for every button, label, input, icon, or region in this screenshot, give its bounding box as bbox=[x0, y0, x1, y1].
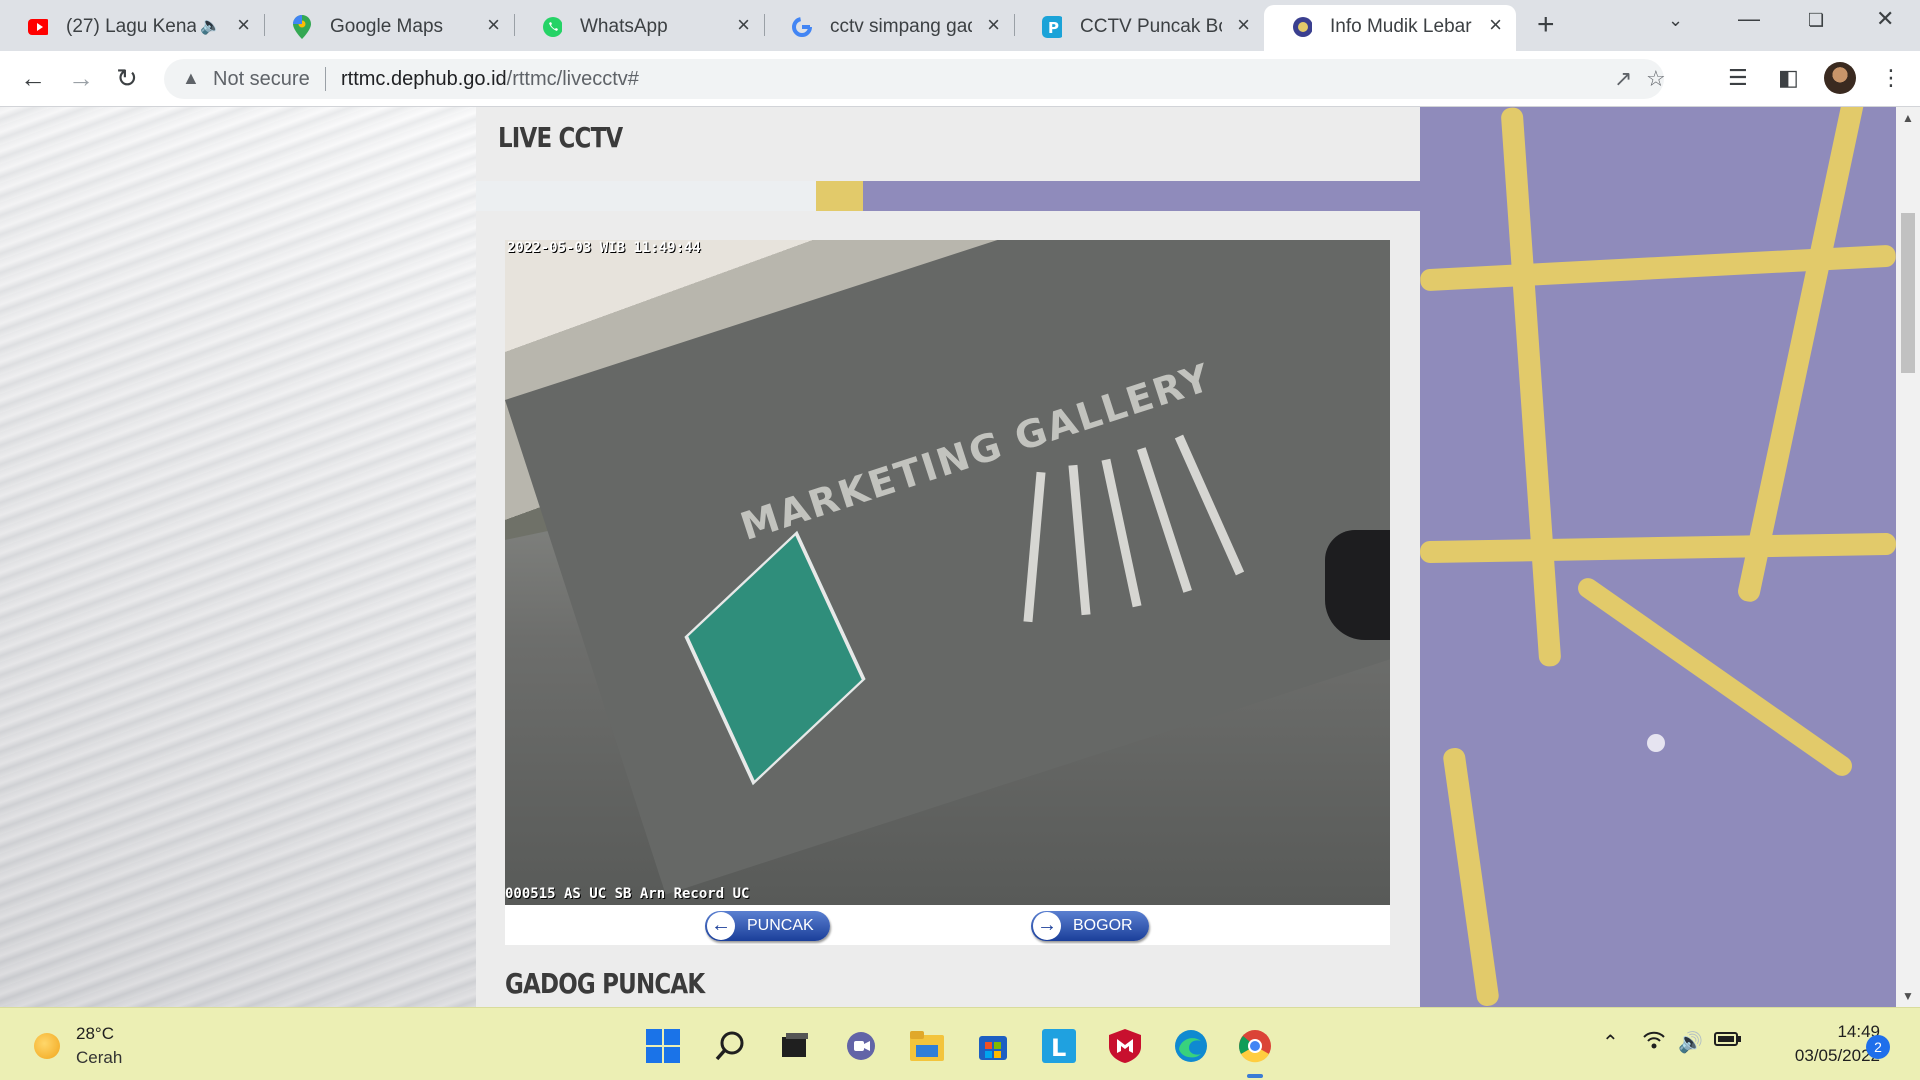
mcafee-icon[interactable] bbox=[1106, 1027, 1144, 1065]
back-icon[interactable]: ← bbox=[20, 63, 46, 93]
background-decoration bbox=[0, 107, 476, 1007]
chrome-icon[interactable] bbox=[1236, 1027, 1274, 1065]
google-maps-icon bbox=[292, 15, 312, 39]
restore-icon[interactable]: ❏ bbox=[1808, 10, 1824, 31]
google-icon bbox=[792, 17, 812, 37]
forward-icon[interactable]: → bbox=[68, 63, 94, 93]
task-view-icon[interactable] bbox=[776, 1027, 814, 1065]
l-app-icon[interactable]: L bbox=[1040, 1027, 1078, 1065]
scroll-up-icon[interactable]: ▲ bbox=[1902, 111, 1914, 125]
banner-strip bbox=[476, 181, 1420, 211]
active-app-indicator bbox=[1247, 1074, 1263, 1078]
menu-kebab-icon[interactable]: ⋮ bbox=[1880, 65, 1902, 91]
microsoft-store-icon[interactable] bbox=[974, 1027, 1012, 1065]
search-icon[interactable] bbox=[711, 1027, 749, 1065]
camera-id-overlay: 000515 AS UC SB Arn Record UC bbox=[505, 886, 750, 902]
battery-icon[interactable] bbox=[1714, 1030, 1742, 1053]
car bbox=[1325, 530, 1390, 640]
edge-icon[interactable] bbox=[1172, 1027, 1210, 1065]
next-camera-button[interactable]: → BOGOR bbox=[1031, 911, 1149, 941]
tab-title: (27) Lagu Kenan bbox=[66, 16, 196, 37]
page-title: LIVE CCTV bbox=[498, 121, 623, 154]
share-icon[interactable]: ↗ bbox=[1614, 66, 1632, 92]
address-bar[interactable]: ▲ Not secure rttmc.dephub.go.id/rttmc/li… bbox=[164, 59, 1666, 99]
tab-title: cctv simpang gadog bbox=[830, 16, 972, 37]
tab-google-maps[interactable]: Google Maps × bbox=[264, 7, 514, 45]
windows-start-icon[interactable] bbox=[644, 1027, 682, 1065]
sun-icon[interactable] bbox=[34, 1033, 60, 1059]
tab-bar: (27) Lagu Kenan 🔈 × Google Maps × WhatsA… bbox=[0, 0, 1920, 51]
notification-badge[interactable]: 2 bbox=[1866, 1035, 1890, 1059]
tab-whatsapp[interactable]: WhatsApp × bbox=[514, 7, 764, 45]
new-tab-button[interactable]: + bbox=[1537, 10, 1555, 40]
weather-temp[interactable]: 28°C bbox=[76, 1024, 114, 1044]
tab-youtube[interactable]: (27) Lagu Kenan 🔈 × bbox=[0, 7, 264, 45]
tab-title: Google Maps bbox=[330, 16, 444, 37]
tab-google-search[interactable]: cctv simpang gadog × bbox=[764, 7, 1014, 45]
volume-icon[interactable]: 🔊 bbox=[1678, 1030, 1703, 1055]
weather-condition[interactable]: Cerah bbox=[76, 1048, 122, 1068]
camera-nav-row: ← PUNCAK → BOGOR bbox=[505, 905, 1390, 945]
bookmark-star-icon[interactable]: ☆ bbox=[1646, 66, 1666, 92]
page-header: LIVE CCTV bbox=[476, 107, 1420, 181]
svg-text:P: P bbox=[1048, 19, 1059, 37]
p-icon: P bbox=[1042, 16, 1062, 38]
page-scrollbar[interactable]: ▲ ▼ bbox=[1896, 107, 1920, 1007]
taskbar: 28°C Cerah L ⌃ 🔊 14:49 03/05/2022 2 bbox=[0, 1007, 1920, 1080]
close-icon[interactable]: × bbox=[487, 13, 500, 37]
youtube-icon bbox=[28, 17, 48, 37]
warning-icon[interactable]: ▲ bbox=[182, 68, 200, 89]
teams-chat-icon[interactable] bbox=[842, 1027, 880, 1065]
section-title: GADOG PUNCAK bbox=[505, 967, 705, 1000]
timestamp-overlay: 2022-05-03 WIB 11:49:44 bbox=[507, 240, 701, 256]
logo-decoration bbox=[1420, 107, 1896, 1007]
cctv-panel: MARKETING GALLERY 2022-05-03 WIB 11:49:4… bbox=[476, 211, 1420, 1007]
scroll-down-icon[interactable]: ▼ bbox=[1902, 989, 1914, 1003]
close-icon[interactable]: × bbox=[987, 13, 1000, 37]
media-control-icon[interactable]: ☰ bbox=[1728, 65, 1748, 91]
scrollbar-thumb[interactable] bbox=[1901, 213, 1915, 373]
minimize-icon[interactable]: — bbox=[1738, 6, 1760, 32]
web-page: LIVE CCTV MARKETING GALLERY 2022-05-03 W… bbox=[0, 107, 1896, 1007]
cctv-video-feed[interactable]: MARKETING GALLERY 2022-05-03 WIB 11:49:4… bbox=[505, 240, 1390, 905]
avatar[interactable] bbox=[1824, 62, 1856, 94]
reload-icon[interactable]: ↻ bbox=[116, 63, 138, 93]
arrow-right-icon: → bbox=[1033, 912, 1061, 940]
tab-title: CCTV Puncak Bogor bbox=[1080, 16, 1222, 37]
url-text[interactable]: rttmc.dephub.go.id/rttmc/livecctv# bbox=[341, 68, 639, 91]
close-icon[interactable]: × bbox=[737, 13, 750, 37]
security-label[interactable]: Not secure bbox=[213, 68, 310, 91]
clock-date[interactable]: 03/05/2022 bbox=[1760, 1046, 1880, 1066]
close-icon[interactable]: × bbox=[1489, 13, 1502, 37]
wifi-icon[interactable] bbox=[1642, 1030, 1666, 1056]
tab-info-mudik[interactable]: Info Mudik Lebaran × bbox=[1264, 5, 1516, 51]
address-toolbar: ← → ↻ ▲ Not secure rttmc.dephub.go.id/rt… bbox=[0, 51, 1920, 107]
tab-title: WhatsApp bbox=[580, 16, 668, 37]
globe-icon bbox=[1292, 17, 1312, 37]
prev-camera-button[interactable]: ← PUNCAK bbox=[705, 911, 830, 941]
close-icon[interactable]: × bbox=[1237, 13, 1250, 37]
speaker-icon[interactable]: 🔈 bbox=[200, 16, 221, 36]
tab-title: Info Mudik Lebaran bbox=[1330, 16, 1472, 37]
file-explorer-icon[interactable] bbox=[908, 1027, 946, 1065]
arrow-left-icon: ← bbox=[707, 912, 735, 940]
close-icon[interactable]: × bbox=[237, 13, 250, 37]
tab-search-icon[interactable]: ⌄ bbox=[1668, 10, 1683, 31]
side-panel-icon[interactable]: ◧ bbox=[1778, 65, 1799, 91]
chevron-up-icon[interactable]: ⌃ bbox=[1602, 1030, 1619, 1055]
whatsapp-icon bbox=[542, 17, 562, 37]
tab-cctv-puncak[interactable]: P CCTV Puncak Bogor × bbox=[1014, 7, 1264, 45]
window-close-icon[interactable]: ✕ bbox=[1876, 6, 1894, 32]
svg-text:L: L bbox=[1051, 1034, 1066, 1062]
